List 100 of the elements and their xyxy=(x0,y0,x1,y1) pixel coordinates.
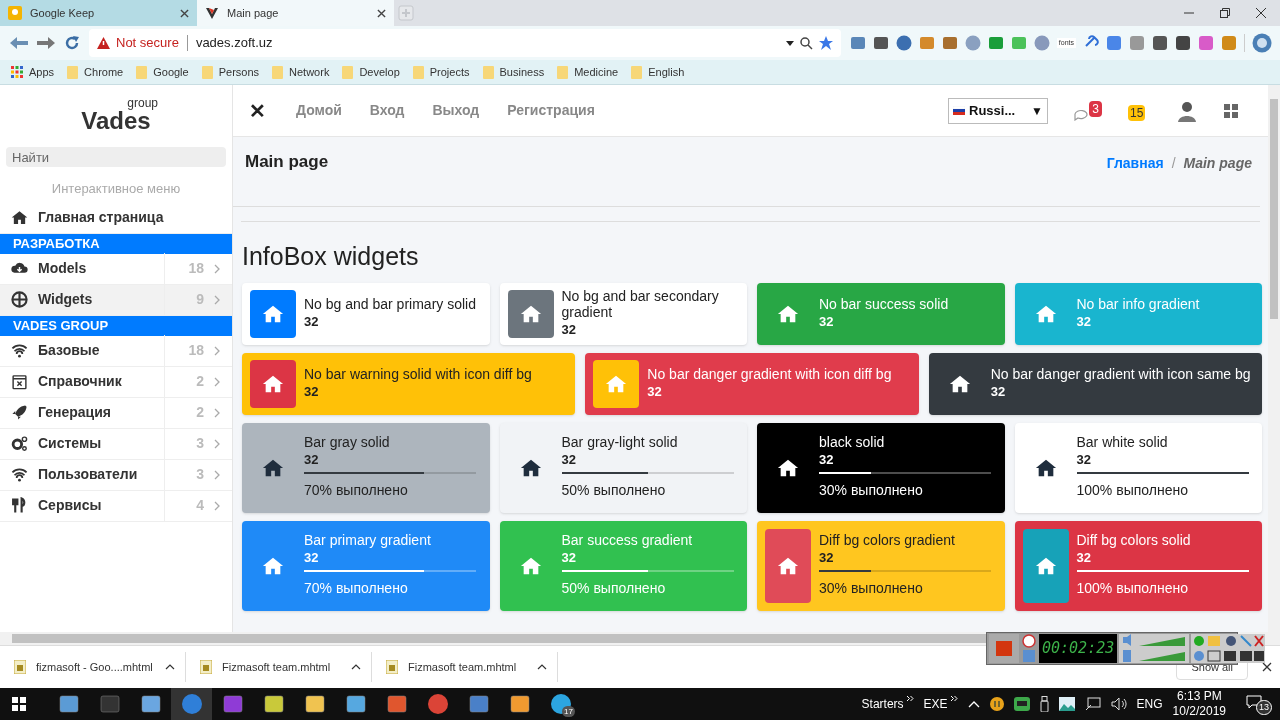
bookmark[interactable]: Chrome xyxy=(67,63,124,81)
bookmark[interactable]: Develop xyxy=(342,63,400,81)
chevron-up-icon[interactable] xyxy=(165,664,175,670)
gears-icon xyxy=(11,435,28,452)
back-icon[interactable] xyxy=(10,37,28,49)
bookmark[interactable]: Business xyxy=(482,63,545,81)
address-bar[interactable]: Not secure vades.zoft.uz xyxy=(89,29,841,57)
folder-icon xyxy=(412,65,424,79)
file-icon xyxy=(14,660,26,674)
profile-icon[interactable] xyxy=(1252,33,1272,53)
browser-tab[interactable]: Main page xyxy=(197,0,394,26)
globe-icon xyxy=(11,291,28,308)
box-title: Bar gray solid xyxy=(304,434,391,450)
bookmark[interactable]: Network xyxy=(272,63,330,81)
download-item[interactable]: fizmasoft - Goo....mhtml xyxy=(0,652,186,682)
chevron-up-icon[interactable] xyxy=(351,664,361,670)
menu-item[interactable]: Models 18 xyxy=(0,253,232,285)
close-icon[interactable] xyxy=(180,8,189,18)
star-icon[interactable] xyxy=(818,36,833,50)
nav-link[interactable]: Вход xyxy=(369,100,405,121)
zoom-icon[interactable] xyxy=(799,36,813,50)
box-title: Bar gray-light solid xyxy=(561,434,679,450)
count-badge: 3 xyxy=(1089,100,1102,117)
menu-item[interactable]: Сервисы 4 xyxy=(0,490,232,522)
language-indicator[interactable]: ENG xyxy=(1136,695,1163,713)
menu-item[interactable]: Пользователи 3 xyxy=(0,459,232,491)
alarm-pause-icon[interactable] xyxy=(1021,634,1037,663)
language-select[interactable]: Russi... ▼ xyxy=(948,97,1048,124)
box-title: Bar success gradient xyxy=(561,532,694,548)
volume-icon[interactable] xyxy=(1110,697,1127,711)
chevron-up-icon[interactable] xyxy=(537,664,547,670)
box-title: Bar white solid xyxy=(1076,434,1169,450)
audio-levels-icon xyxy=(1119,634,1190,663)
grid-menu-icon[interactable] xyxy=(1224,103,1238,118)
box-number: 32 xyxy=(819,451,835,469)
bookmark[interactable]: Apps xyxy=(11,63,55,81)
clock[interactable]: 6:13 PM 10/2/2019 xyxy=(1172,689,1226,719)
notifications-button[interactable]: 13 xyxy=(1246,693,1270,715)
box-number: 32 xyxy=(304,451,320,469)
menu-item[interactable]: Базовые 18 xyxy=(0,335,232,367)
forward-icon[interactable] xyxy=(37,37,55,49)
toolbar-button[interactable]: Starters xyxy=(861,695,914,713)
close-icon[interactable] xyxy=(1256,8,1266,18)
toolbar-button[interactable]: EXE xyxy=(923,695,958,713)
wifi-icon xyxy=(11,466,28,483)
note-icon xyxy=(8,6,22,20)
folder-icon xyxy=(482,65,494,79)
bookmark[interactable]: Projects xyxy=(412,63,470,81)
robot-icon[interactable] xyxy=(1013,697,1030,711)
scrollbar-thumb[interactable] xyxy=(1270,99,1278,319)
close-icon[interactable] xyxy=(1262,662,1272,672)
usb-icon[interactable] xyxy=(1039,696,1049,712)
box-title: No bg and bar secondary gradient xyxy=(561,287,720,320)
caret-icon[interactable] xyxy=(785,40,794,46)
download-item[interactable]: Fizmasoft team.mhtml xyxy=(372,652,558,682)
box-number: 32 xyxy=(1076,451,1092,469)
box-title: Diff bg colors solid xyxy=(1076,532,1192,548)
box-title: black solid xyxy=(819,434,886,450)
box-title: No bar success solid xyxy=(819,295,950,312)
box-number: 32 xyxy=(819,549,835,567)
menu-item[interactable]: Справочник 2 xyxy=(0,366,232,398)
bookmark[interactable]: English xyxy=(631,63,685,81)
bookmark[interactable]: Persons xyxy=(201,63,260,81)
apps-grid-icon xyxy=(11,66,23,78)
logo-subtitle: group xyxy=(127,97,158,109)
network-icon[interactable] xyxy=(1084,697,1101,711)
nav-link[interactable]: Регистрация xyxy=(507,100,595,121)
box-title: No bar info gradient xyxy=(1076,295,1201,312)
browser-tab[interactable]: Google Keep xyxy=(0,0,197,26)
bookmark[interactable]: Medicine xyxy=(557,63,619,81)
bookmark[interactable]: Google xyxy=(136,63,189,81)
chevron-icon xyxy=(214,376,220,387)
maximize-icon[interactable] xyxy=(1220,8,1230,18)
messages-button[interactable]: 3 xyxy=(1074,100,1102,121)
extension-icon[interactable] xyxy=(1175,35,1191,51)
reload-icon[interactable] xyxy=(64,35,80,51)
folder-icon xyxy=(557,65,569,79)
box-number: 32 xyxy=(561,549,577,567)
box-title: No bar danger gradient with icon same bg xyxy=(990,365,1252,382)
wifi-icon xyxy=(11,342,28,359)
extension-icon[interactable] xyxy=(941,35,958,51)
extension-icon[interactable] xyxy=(872,35,889,51)
nav-link[interactable]: Выход xyxy=(432,100,480,121)
close-icon[interactable] xyxy=(377,8,386,18)
menu-item[interactable]: Генерация 2 xyxy=(0,397,232,429)
breadcrumb-link[interactable]: Главная xyxy=(1106,153,1164,174)
search-field[interactable]: Найти xyxy=(6,147,226,167)
start-icon[interactable] xyxy=(12,697,26,711)
close-menu-button[interactable]: ✕ xyxy=(249,95,266,126)
chevron-icon xyxy=(214,345,220,356)
box-number: 32 xyxy=(819,312,835,331)
nav-link[interactable]: Домой xyxy=(296,100,342,121)
extension-icon[interactable] xyxy=(895,35,912,51)
pause-icon[interactable] xyxy=(989,697,1004,711)
user-avatar-icon[interactable] xyxy=(1176,99,1198,122)
extension-icon[interactable] xyxy=(1152,35,1168,51)
menu-item[interactable]: Системы 3 xyxy=(0,428,232,460)
download-item[interactable]: Fizmasoft team.mhtml xyxy=(186,652,372,682)
image-icon[interactable] xyxy=(1058,697,1075,711)
recorder-tools-icon[interactable] xyxy=(1191,634,1266,663)
